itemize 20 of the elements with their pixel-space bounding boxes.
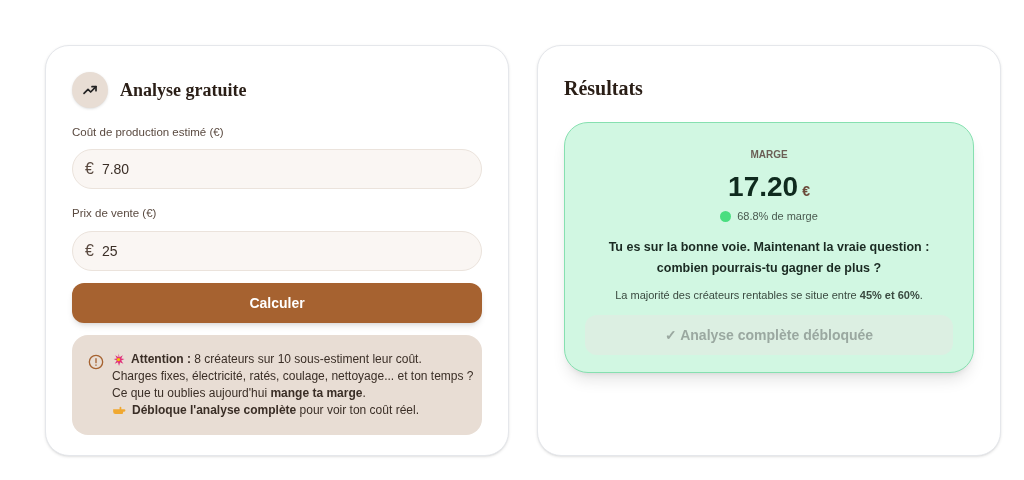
card-title: Résultats xyxy=(564,76,644,101)
trend-icon xyxy=(72,72,108,108)
result-message: Tu es sur la bonne voie. Maintenant la vraie question : combien pourrais-tu gagner de plus ? xyxy=(607,238,931,277)
input-field[interactable]: € 7.80 xyxy=(72,149,482,190)
notice-text: Débloque l'analyse complète pour voir ton coût réel. xyxy=(132,401,419,419)
warning-icon xyxy=(88,353,104,370)
field-label: Prix de vente (€) xyxy=(72,206,158,222)
margin-amount: 17.20 xyxy=(728,170,799,204)
margin-percent: 68.8% de marge xyxy=(737,209,818,224)
notice-text: Ce que tu oublies aujourd'hui mange ta marge. xyxy=(112,384,366,402)
notice-text: Charges fixes, électricité, ratés, coulage, nettoyage... et ton temps ? xyxy=(112,367,474,385)
input-field[interactable]: € 25 xyxy=(72,230,482,271)
card-title: Analyse gratuite xyxy=(120,79,247,102)
notice-text: Attention : 8 créateurs sur 10 sous-estiment leur coût. xyxy=(131,350,422,368)
benchmark-note: La majorité des créateurs rentables se situe entre 45% et 60%. xyxy=(615,287,923,303)
burst-icon xyxy=(112,352,125,366)
result-label: MARGE xyxy=(750,148,788,162)
field-label: Coût de production estimé (€) xyxy=(72,125,225,140)
currency-symbol: € xyxy=(802,182,810,201)
calculate-button[interactable]: Calculer xyxy=(72,282,482,323)
